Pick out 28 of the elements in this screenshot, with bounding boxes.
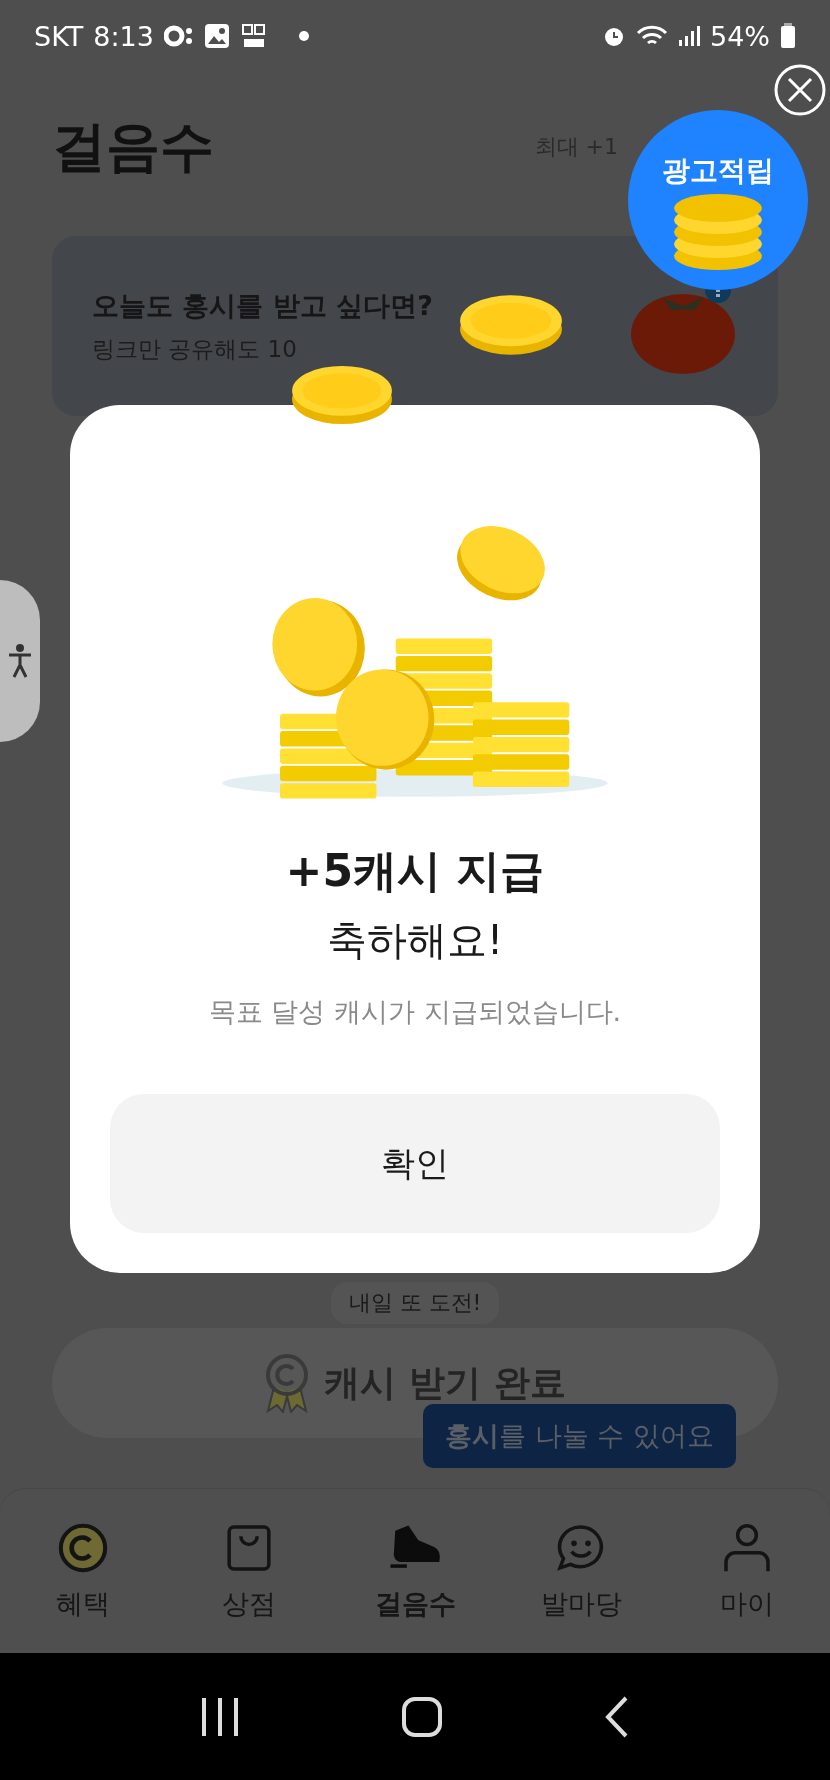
dialog-message: 목표 달성 캐시가 지급되었습니다. [208, 995, 622, 1030]
battery-text: 54% [710, 20, 770, 52]
medal-icon [264, 1353, 311, 1413]
reward-amount: +5캐시 지급 [285, 844, 545, 899]
back-button[interactable] [603, 1695, 630, 1738]
nav-tab[interactable]: 발마당 [521, 1519, 641, 1623]
ad-reward-label: 광고적립 [662, 153, 774, 189]
image-icon [203, 23, 230, 49]
dot-icon [297, 30, 310, 42]
nav-tab[interactable]: 상점 [189, 1519, 309, 1623]
accessibility-icon [7, 643, 33, 679]
page-title: 걸음수 [52, 113, 214, 180]
signal-icon [678, 25, 700, 47]
carrier-text: SKT [34, 20, 84, 52]
recent-apps-button[interactable] [200, 1695, 241, 1738]
confirm-button[interactable]: 확인 [110, 1094, 720, 1233]
close-icon[interactable] [774, 64, 826, 116]
battery-icon [780, 23, 796, 49]
notification-icon [163, 25, 194, 47]
time-text: 8:13 [93, 20, 154, 52]
dialog-title: 축하해요! [326, 916, 503, 966]
challenge-tooltip: 내일 또 도전! [330, 1282, 500, 1324]
home-button[interactable] [401, 1695, 443, 1738]
nav-tab[interactable]: 혜택 [23, 1519, 143, 1623]
ad-reward-bubble[interactable]: 광고적립 [628, 110, 808, 290]
nav-tab[interactable]: 마이 [687, 1519, 807, 1623]
nav-tab[interactable]: 걸음수 [355, 1519, 475, 1623]
share-tooltip: 홍시를 나눌 수 있어요 [423, 1404, 736, 1468]
